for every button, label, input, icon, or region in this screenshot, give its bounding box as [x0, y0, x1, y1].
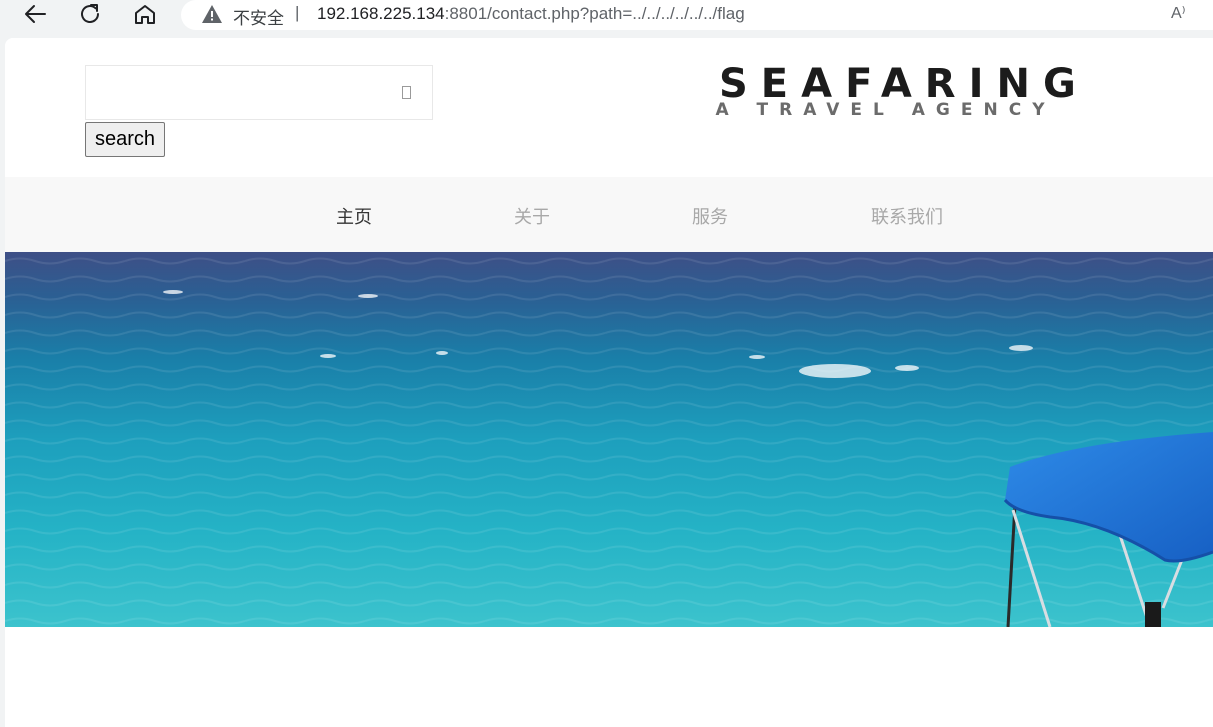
search-icon[interactable] [402, 86, 411, 99]
warning-icon[interactable] [201, 4, 223, 24]
page-content-area [5, 627, 1213, 727]
back-button[interactable] [21, 2, 49, 26]
address-separator: | [295, 3, 300, 22]
site-logo[interactable]: SEAFARING A TRAVEL AGENCY [713, 60, 1075, 120]
main-navigation: 主页 关于 服务 联系我们 [5, 177, 1213, 252]
nav-item-home[interactable]: 主页 [336, 203, 372, 229]
page-viewport: search SEAFARING A TRAVEL AGENCY 主页 关于 服… [5, 38, 1213, 727]
refresh-button[interactable] [76, 2, 104, 26]
logo-tagline: A TRAVEL AGENCY [715, 100, 1056, 120]
nav-item-about[interactable]: 关于 [514, 203, 550, 229]
browser-toolbar: 不安全 | 192.168.225.134:8801/contact.php?p… [0, 0, 1213, 32]
read-aloud-icon[interactable]: A⁾ [1171, 3, 1186, 23]
back-arrow-icon [25, 5, 46, 23]
hero-banner-image [5, 252, 1213, 627]
search-button[interactable]: search [85, 122, 165, 157]
url-host: 192.168.225.134 [317, 4, 445, 23]
address-bar[interactable]: 不安全 | 192.168.225.134:8801/contact.php?p… [181, 0, 1213, 30]
site-header: search SEAFARING A TRAVEL AGENCY [5, 38, 1213, 177]
security-status-label[interactable]: 不安全 [233, 4, 284, 29]
nav-item-contact[interactable]: 联系我们 [871, 203, 943, 229]
home-icon [135, 5, 155, 24]
url-text[interactable]: 192.168.225.134:8801/contact.php?path=..… [317, 4, 745, 24]
nav-item-services[interactable]: 服务 [692, 203, 728, 229]
search-input[interactable] [86, 66, 386, 119]
refresh-icon [81, 4, 99, 23]
url-path: :8801/contact.php?path=../../../../../..… [444, 4, 745, 23]
search-box [85, 65, 433, 120]
home-button[interactable] [131, 2, 159, 26]
